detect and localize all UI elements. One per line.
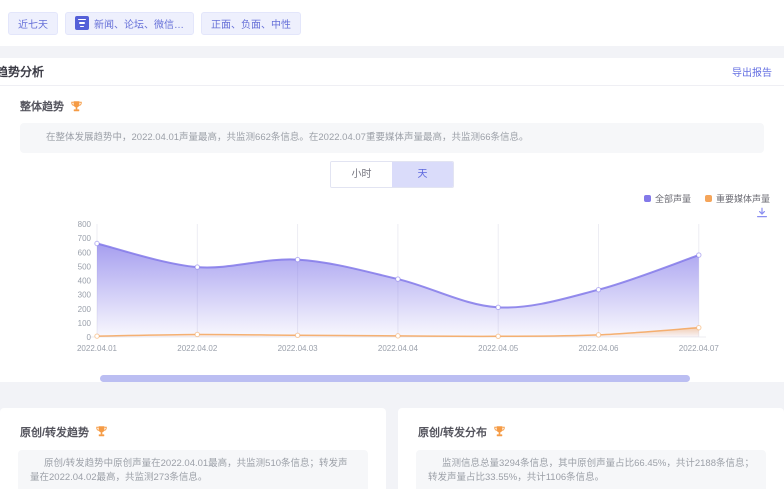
award-icon xyxy=(493,425,506,438)
source-filter-chip[interactable]: 新闻、论坛、微信… xyxy=(65,12,194,35)
data-point-marker xyxy=(95,241,99,245)
x-tick-label: 2022.04.03 xyxy=(278,344,319,353)
chart-legend: 全部声量 重要媒体声量 xyxy=(644,192,770,205)
card-header: 原创/转发分布 xyxy=(418,424,784,440)
sentiment-filter-chip[interactable]: 正面、负面、中性 xyxy=(201,12,301,35)
x-tick-label: 2022.04.04 xyxy=(378,344,419,353)
trend-area-chart: 0 100 200 300 400 500 600 700 800 2022.04.01 2022.… xyxy=(0,204,784,359)
data-point-marker xyxy=(396,333,400,337)
data-point-marker xyxy=(295,333,299,337)
toggle-option-hour[interactable]: 小时 xyxy=(331,162,392,187)
x-tick-label: 2022.04.05 xyxy=(478,344,519,353)
export-report-link[interactable]: 导出报告 xyxy=(732,64,772,79)
trend-chart-area: 全部声量 重要媒体声量 0100200300400500600700800202… xyxy=(0,204,784,382)
x-tick-label: 2022.04.06 xyxy=(578,344,619,353)
x-tick-label: 2022.04.07 xyxy=(679,344,720,353)
data-point-marker xyxy=(496,334,500,338)
y-tick-label: 800 xyxy=(78,220,92,229)
original-repost-trend-summary: 原创/转发趋势中原创声量在2022.04.01最高，共监测510条信息；转发声量… xyxy=(18,450,368,489)
bottom-cards: 原创/转发趋势 原创/转发趋势中原创声量在2022.04.01最高，共监测510… xyxy=(0,408,784,489)
overall-trend-section-header: 整体趋势 xyxy=(20,98,784,114)
x-tick-label: 2022.04.02 xyxy=(177,344,218,353)
overall-trend-summary: 在整体发展趋势中，2022.04.01声量最高，共监测662条信息。在2022.… xyxy=(20,123,764,153)
trend-analysis-panel: 趋势分析 导出报告 整体趋势 在整体发展趋势中，2022.04.01声量最高，共… xyxy=(0,58,784,382)
granularity-toggle: 小时 天 xyxy=(330,161,454,188)
legend-item-media-volume[interactable]: 重要媒体声量 xyxy=(705,192,770,205)
data-point-marker xyxy=(195,265,199,269)
y-tick-label: 500 xyxy=(78,262,92,271)
y-tick-label: 200 xyxy=(78,305,92,314)
data-point-marker xyxy=(697,325,701,329)
legend-swatch-total xyxy=(644,195,651,202)
overall-trend-title: 整体趋势 xyxy=(20,98,64,114)
y-tick-label: 400 xyxy=(78,276,92,285)
toggle-option-day[interactable]: 天 xyxy=(392,162,453,187)
y-tick-label: 100 xyxy=(78,319,92,328)
data-point-marker xyxy=(95,334,99,338)
source-filter-icon xyxy=(75,16,89,30)
original-repost-trend-title: 原创/转发趋势 xyxy=(20,424,89,440)
date-range-label: 近七天 xyxy=(18,16,48,31)
data-point-marker xyxy=(697,253,701,257)
legend-swatch-media xyxy=(705,195,712,202)
chart-datazoom-slider[interactable] xyxy=(100,375,690,382)
date-range-chip[interactable]: 近七天 xyxy=(8,12,58,35)
award-icon xyxy=(95,425,108,438)
y-tick-label: 700 xyxy=(78,234,92,243)
y-tick-label: 0 xyxy=(87,333,92,342)
filter-toolbar: 近七天 新闻、论坛、微信… 正面、负面、中性 xyxy=(0,0,784,46)
original-repost-distribution-summary: 监测信息总量3294条信息，其中原创声量占比66.45%，共计2188条信息；转… xyxy=(416,450,766,489)
award-icon xyxy=(70,100,83,113)
panel-header: 趋势分析 导出报告 xyxy=(0,58,784,86)
legend-label-total: 全部声量 xyxy=(655,192,691,205)
data-point-marker xyxy=(295,257,299,261)
y-tick-label: 300 xyxy=(78,290,92,299)
x-tick-label: 2022.04.01 xyxy=(77,344,118,353)
legend-label-media: 重要媒体声量 xyxy=(716,192,770,205)
legend-item-total-volume[interactable]: 全部声量 xyxy=(644,192,691,205)
page-title: 趋势分析 xyxy=(0,63,44,80)
source-filter-label: 新闻、论坛、微信… xyxy=(94,16,184,31)
original-repost-distribution-card: 原创/转发分布 监测信息总量3294条信息，其中原创声量占比66.45%，共计2… xyxy=(398,408,784,489)
sentiment-filter-label: 正面、负面、中性 xyxy=(211,16,291,31)
data-point-marker xyxy=(596,287,600,291)
data-point-marker xyxy=(396,277,400,281)
save-as-image-icon[interactable] xyxy=(756,207,768,219)
data-point-marker xyxy=(596,332,600,336)
original-repost-trend-card: 原创/转发趋势 原创/转发趋势中原创声量在2022.04.01最高，共监测510… xyxy=(0,408,386,489)
y-tick-label: 600 xyxy=(78,248,92,257)
data-point-marker xyxy=(195,332,199,336)
original-repost-distribution-title: 原创/转发分布 xyxy=(418,424,487,440)
data-point-marker xyxy=(496,305,500,309)
card-header: 原创/转发趋势 xyxy=(20,424,386,440)
